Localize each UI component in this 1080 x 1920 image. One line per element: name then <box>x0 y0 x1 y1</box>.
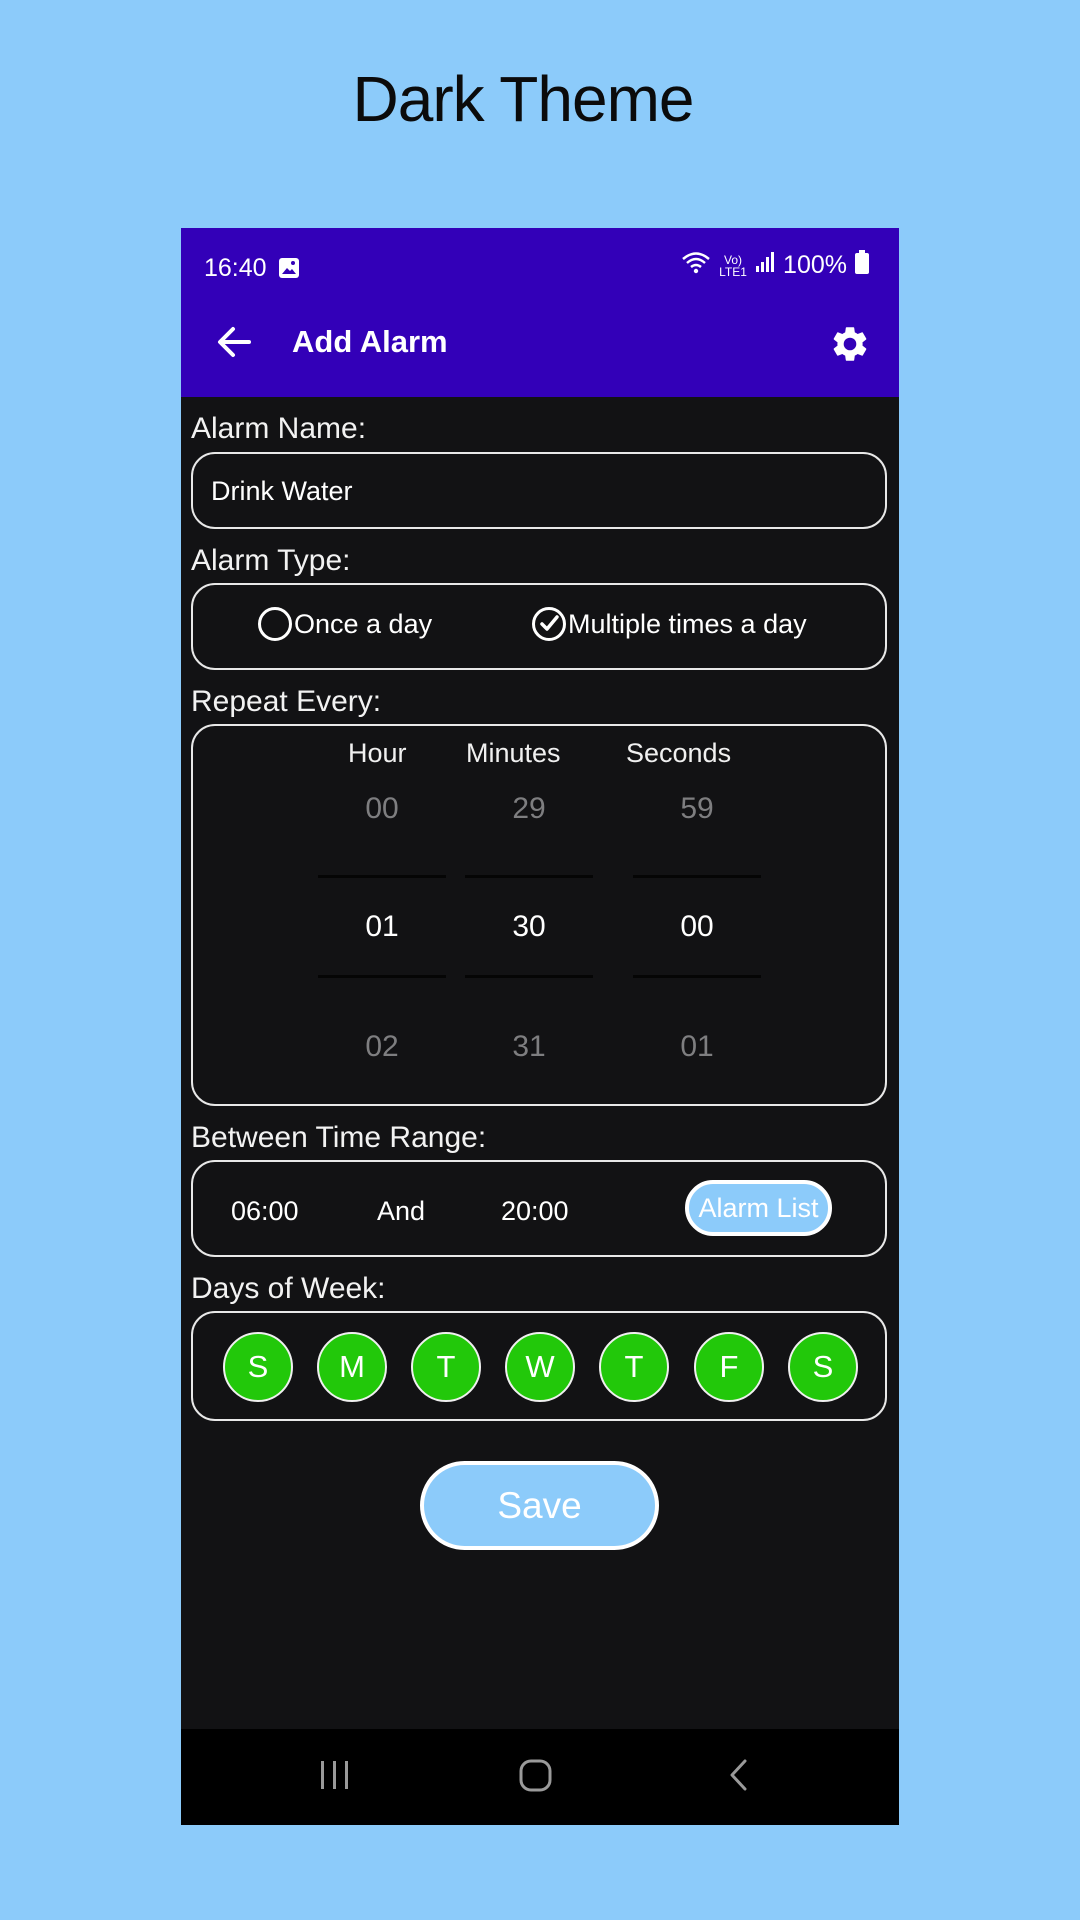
radio-checked-icon <box>532 607 566 641</box>
range-end-time[interactable]: 20:00 <box>501 1196 569 1227</box>
hour-next-value: 02 <box>365 1030 399 1063</box>
alarm-name-value: Drink Water <box>211 476 353 506</box>
repeat-every-picker: Hour Minutes Seconds 00 01 02 29 30 31 5… <box>191 724 887 1106</box>
range-start-time[interactable]: 06:00 <box>231 1196 299 1227</box>
radio-once-a-day[interactable]: Once a day <box>258 607 432 641</box>
system-nav-bar <box>181 1729 899 1825</box>
alarm-list-button[interactable]: Alarm List <box>685 1180 832 1236</box>
day-toggle-wednesday[interactable]: W <box>505 1332 575 1402</box>
seconds-selected-value: 00 <box>680 910 714 943</box>
repeat-every-label: Repeat Every: <box>191 685 382 718</box>
home-icon[interactable] <box>518 1757 554 1798</box>
radio-once-a-day-label: Once a day <box>294 608 433 639</box>
minutes-selection-line-bottom <box>465 975 593 978</box>
battery-percent: 100% <box>783 251 847 279</box>
range-and-text: And <box>377 1196 426 1226</box>
days-of-week-row: S M T W T F S <box>191 1311 887 1421</box>
day-toggle-saturday[interactable]: S <box>788 1332 858 1402</box>
seconds-selection-line-top <box>633 875 761 878</box>
alarm-name-input[interactable]: Drink Water <box>191 452 887 529</box>
back-nav-icon[interactable] <box>726 1757 752 1798</box>
seconds-column-header: Seconds <box>626 738 732 768</box>
gallery-notification-icon <box>278 257 300 284</box>
save-button[interactable]: Save <box>420 1461 659 1550</box>
minutes-prev-value: 29 <box>512 792 546 825</box>
hour-column-header: Hour <box>348 738 407 768</box>
signal-icon <box>755 251 775 280</box>
network-type-label: Vo) LTE1 <box>719 252 747 279</box>
page-title: Add Alarm <box>292 324 448 359</box>
time-range-label: Between Time Range: <box>191 1121 487 1154</box>
radio-unchecked-icon <box>258 607 292 641</box>
day-toggle-friday[interactable]: F <box>694 1332 764 1402</box>
settings-gear-icon[interactable] <box>829 323 871 370</box>
day-toggle-sunday[interactable]: S <box>223 1332 293 1402</box>
seconds-next-value: 01 <box>680 1030 714 1063</box>
day-toggle-thursday[interactable]: T <box>599 1332 669 1402</box>
app-bar: 16:40 Vo) LTE1 100% Add Alarm <box>181 228 899 397</box>
minutes-next-value: 31 <box>512 1030 546 1063</box>
wifi-icon <box>681 250 711 281</box>
minutes-selected-value: 30 <box>512 910 546 943</box>
alarm-type-label: Alarm Type: <box>191 544 351 577</box>
status-indicators: Vo) LTE1 100% <box>681 250 869 281</box>
battery-icon <box>855 250 869 281</box>
day-toggle-tuesday[interactable]: T <box>411 1332 481 1402</box>
time-range-row: 06:00 And 20:00 Alarm List <box>191 1160 887 1257</box>
minutes-selection-line-top <box>465 875 593 878</box>
hour-prev-value: 00 <box>365 792 399 825</box>
status-time: 16:40 <box>204 254 267 282</box>
banner-title: Dark Theme <box>352 63 695 135</box>
day-toggle-monday[interactable]: M <box>317 1332 387 1402</box>
seconds-prev-value: 59 <box>680 792 714 825</box>
recent-apps-icon[interactable] <box>318 1757 352 1798</box>
back-arrow-icon[interactable] <box>215 323 253 366</box>
radio-multiple-times-label: Multiple times a day <box>568 608 807 639</box>
minutes-column-header: Minutes <box>466 738 561 768</box>
hour-selection-line-bottom <box>318 975 446 978</box>
phone-screen: 16:40 Vo) LTE1 100% Add Alarm Alarm Name… <box>181 228 899 1825</box>
days-of-week-label: Days of Week: <box>191 1272 386 1305</box>
alarm-name-label: Alarm Name: <box>191 412 367 445</box>
seconds-selection-line-bottom <box>633 975 761 978</box>
alarm-type-group: Once a day Multiple times a day <box>191 583 887 670</box>
hour-selected-value: 01 <box>365 910 399 943</box>
radio-multiple-times-a-day[interactable]: Multiple times a day <box>532 607 807 641</box>
hour-selection-line-top <box>318 875 446 878</box>
